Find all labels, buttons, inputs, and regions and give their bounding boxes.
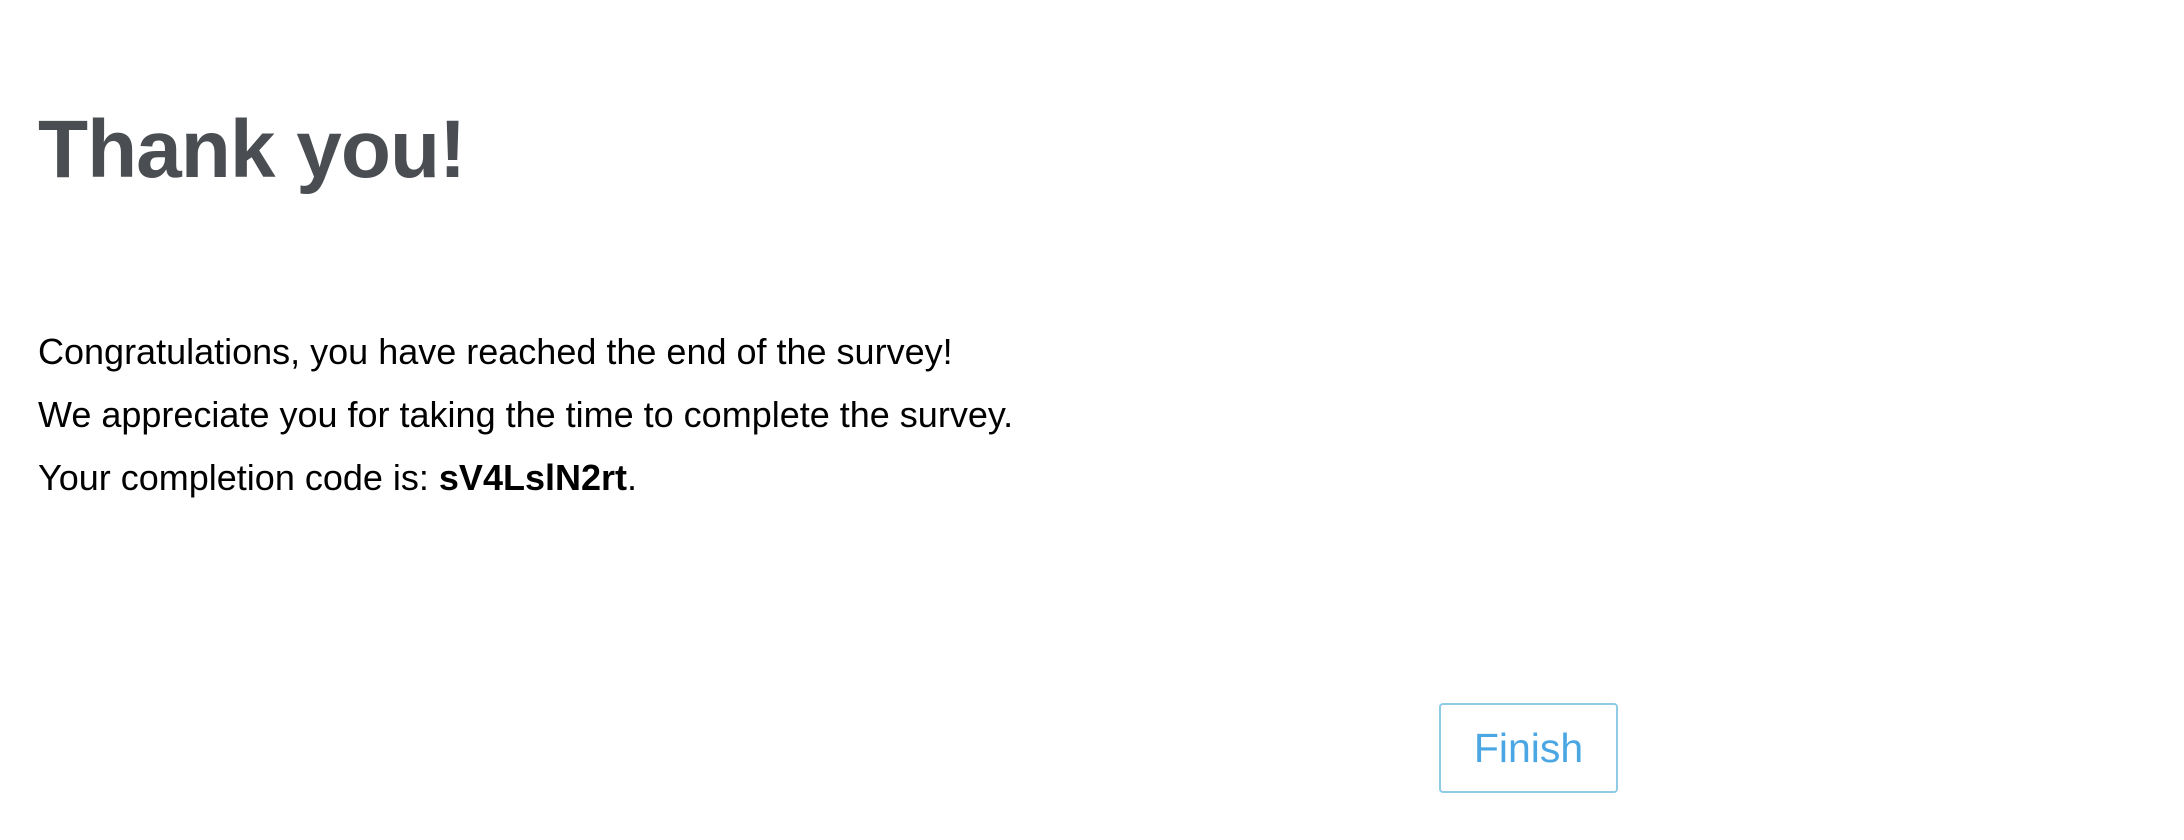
- completion-message: Congratulations, you have reached the en…: [38, 320, 1138, 509]
- survey-completion-page: Thank you! Congratulations, you have rea…: [0, 0, 2184, 840]
- appreciation-text: We appreciate you for taking the time to…: [38, 394, 1014, 435]
- completion-code-period: .: [627, 457, 638, 498]
- completion-code-line: Your completion code is: sV4LslN2rt.: [38, 446, 1138, 509]
- completion-code-label: Your completion code is:: [38, 457, 439, 498]
- completion-code: sV4LslN2rt: [438, 457, 627, 498]
- congratulations-text: Congratulations, you have reached the en…: [38, 331, 953, 372]
- page-title: Thank you!: [38, 104, 466, 195]
- finish-button[interactable]: Finish: [1439, 703, 1618, 793]
